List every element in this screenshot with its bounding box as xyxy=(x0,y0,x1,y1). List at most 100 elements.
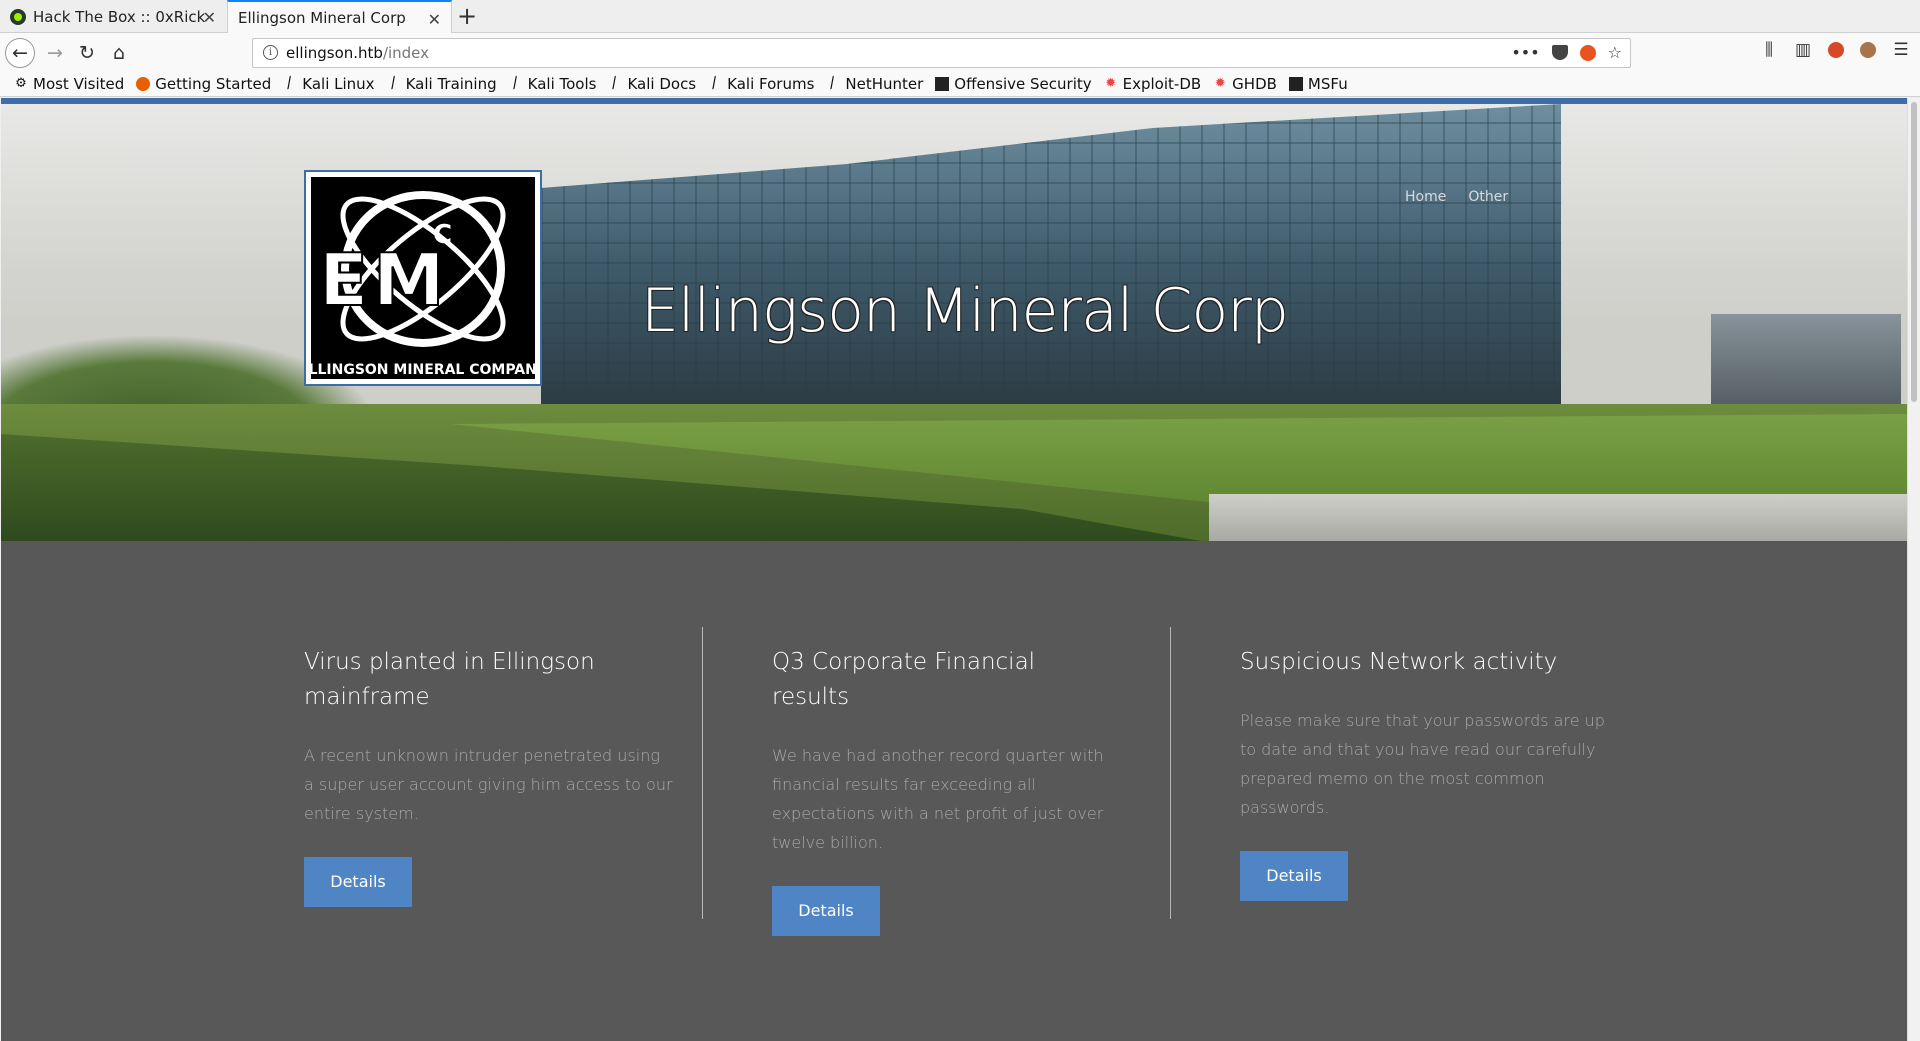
bookmark-kali-tools[interactable]: ⟋ Kali Tools xyxy=(507,74,597,93)
close-icon[interactable]: ✕ xyxy=(428,10,441,29)
bookmark-label: GHDB xyxy=(1232,75,1277,93)
new-tab-button[interactable]: + xyxy=(456,2,478,30)
bookmark-label: MSFu xyxy=(1307,75,1348,93)
url-text[interactable]: ellingson.htb/index xyxy=(286,44,429,62)
details-button[interactable]: Details xyxy=(1240,851,1348,901)
noscript-icon[interactable] xyxy=(1828,42,1844,58)
emc-logo-icon: E M C ELLINGSON MINERAL COMPANY xyxy=(311,177,535,379)
bookmark-label: Kali Training xyxy=(405,75,497,93)
column-divider xyxy=(702,627,703,919)
bookmark-msfu[interactable]: MSFu xyxy=(1288,75,1348,93)
article-card: Q3 Corporate Financial results We have h… xyxy=(772,645,1142,936)
kali-dragon-icon: ⟋ xyxy=(282,74,298,93)
kali-dragon-icon: ⟋ xyxy=(385,74,402,93)
reload-icon: ↻ xyxy=(79,42,95,64)
details-button[interactable]: Details xyxy=(772,886,880,936)
article-summary: A recent unknown intruder penetrated usi… xyxy=(304,746,673,823)
web-page: E M C ELLINGSON MINERAL COMPANY Home Oth… xyxy=(1,98,1907,1041)
bookmark-label: Exploit-DB xyxy=(1122,75,1202,93)
column-divider xyxy=(1170,627,1171,919)
exploitdb-icon: ✹ xyxy=(1214,76,1226,91)
url-path: /index xyxy=(382,44,430,62)
firefox-icon xyxy=(136,77,151,91)
bookmark-label: Offensive Security xyxy=(954,75,1092,93)
page-actions-icon[interactable]: ••• xyxy=(1511,43,1539,62)
details-button[interactable]: Details xyxy=(304,857,412,907)
home-button[interactable]: ⌂ xyxy=(104,39,134,67)
article-title: Virus planted in Ellingson mainframe xyxy=(304,649,595,710)
pocket-icon[interactable] xyxy=(1551,45,1568,60)
hero-banner: E M C ELLINGSON MINERAL COMPANY Home Oth… xyxy=(1,104,1907,541)
articles-section: Virus planted in Ellingson mainframe A r… xyxy=(1,541,1907,1041)
bookmark-label: Getting Started xyxy=(155,75,272,93)
back-arrow-icon: ← xyxy=(12,42,28,64)
bookmark-kali-forums[interactable]: ⟋ Kali Forums xyxy=(707,74,815,93)
reload-button[interactable]: ↻ xyxy=(72,39,102,67)
home-icon: ⌂ xyxy=(112,42,126,64)
svg-text:E: E xyxy=(319,238,368,322)
tab-hackthebox[interactable]: Hack The Box :: 0xRick ✕ xyxy=(0,0,226,33)
bookmark-label: Kali Linux xyxy=(302,75,375,93)
bookmark-offensive-security[interactable]: Offensive Security xyxy=(935,75,1092,93)
article-summary: We have had another record quarter with … xyxy=(772,746,1104,852)
bookmark-ghdb[interactable]: ✹ GHDB xyxy=(1213,75,1277,93)
scrollbar-thumb[interactable] xyxy=(1911,102,1917,402)
bookmark-label: Most Visited xyxy=(33,75,125,93)
hero-wall xyxy=(1209,494,1907,541)
tab-title: Hack The Box :: 0xRick xyxy=(33,7,206,26)
close-icon[interactable]: ✕ xyxy=(203,8,216,27)
offsec-icon xyxy=(935,77,950,91)
tab-title: Ellingson Mineral Corp xyxy=(238,9,406,27)
bookmark-label: Kali Docs xyxy=(627,75,697,93)
site-nav: Home Other xyxy=(1405,189,1508,205)
bookmark-most-visited[interactable]: ⚙ Most Visited xyxy=(14,75,124,93)
article-card: Virus planted in Ellingson mainframe A r… xyxy=(304,645,674,907)
article-title: Suspicious Network activity xyxy=(1240,649,1558,675)
bookmark-getting-started[interactable]: Getting Started xyxy=(136,75,271,93)
back-button[interactable]: ← xyxy=(5,38,35,68)
menu-icon[interactable]: ☰ xyxy=(1892,40,1910,60)
sidebar-icon[interactable]: ▥ xyxy=(1794,40,1812,60)
svg-text:C: C xyxy=(433,220,452,250)
cookie-icon[interactable] xyxy=(1860,42,1876,58)
bookmark-kali-docs[interactable]: ⟋ Kali Docs xyxy=(607,74,697,93)
article-card: Suspicious Network activity Please make … xyxy=(1240,645,1610,901)
gear-icon: ⚙ xyxy=(15,76,27,91)
bookmark-label: Kali Forums xyxy=(727,75,815,93)
company-logo[interactable]: E M C ELLINGSON MINERAL COMPANY xyxy=(304,170,542,386)
url-host: ellingson.htb xyxy=(286,44,383,62)
bookmark-label: Kali Tools xyxy=(527,75,597,93)
bookmark-exploit-db[interactable]: ✹ Exploit-DB xyxy=(1104,75,1202,93)
kali-dragon-icon: ⟋ xyxy=(507,74,524,93)
hackthebox-favicon-icon xyxy=(10,8,26,25)
bookmark-nethunter[interactable]: ⟋ NetHunter xyxy=(825,74,924,93)
svg-text:M: M xyxy=(373,238,445,322)
kali-dragon-icon: ⟋ xyxy=(825,74,841,93)
info-icon[interactable]: i xyxy=(263,45,278,60)
page-scrollbar[interactable] xyxy=(1907,98,1920,1041)
nav-home-link[interactable]: Home xyxy=(1405,189,1446,205)
bookmark-kali-training[interactable]: ⟋ Kali Training xyxy=(385,74,497,93)
bookmark-kali-linux[interactable]: ⟋ Kali Linux xyxy=(282,74,375,93)
hero-building-secondary xyxy=(1711,314,1901,414)
kali-dragon-icon: ⟋ xyxy=(607,74,623,93)
address-bar[interactable]: i ellingson.htb/index ••• ☆ xyxy=(252,38,1631,68)
forward-button[interactable]: → xyxy=(40,39,70,67)
offsec-icon xyxy=(1288,77,1303,91)
forward-arrow-icon: → xyxy=(47,42,63,64)
tab-strip: Hack The Box :: 0xRick ✕ Ellingson Miner… xyxy=(0,0,1920,34)
bookmark-star-icon[interactable]: ☆ xyxy=(1608,43,1622,62)
nav-other-link[interactable]: Other xyxy=(1468,189,1508,205)
exploitdb-icon: ✹ xyxy=(1105,76,1117,91)
ublock-icon[interactable] xyxy=(1579,44,1596,61)
bookmark-label: NetHunter xyxy=(845,75,924,93)
article-title: Q3 Corporate Financial results xyxy=(772,649,1036,710)
site-title: Ellingson Mineral Corp xyxy=(641,276,1289,346)
tab-ellingson[interactable]: Ellingson Mineral Corp ✕ xyxy=(227,0,452,34)
kali-dragon-icon: ⟋ xyxy=(707,74,723,93)
article-summary: Please make sure that your passwords are… xyxy=(1240,711,1605,817)
library-icon[interactable]: ⫼ xyxy=(1760,40,1778,60)
bookmarks-toolbar: ⚙ Most Visited Getting Started ⟋ Kali Linu… xyxy=(0,72,1920,97)
logo-caption: ELLINGSON MINERAL COMPANY xyxy=(311,362,535,378)
navigation-toolbar: ← → ↻ ⌂ i ellingson.htb/index ••• ☆ ⫼ ▥ … xyxy=(0,33,1920,72)
